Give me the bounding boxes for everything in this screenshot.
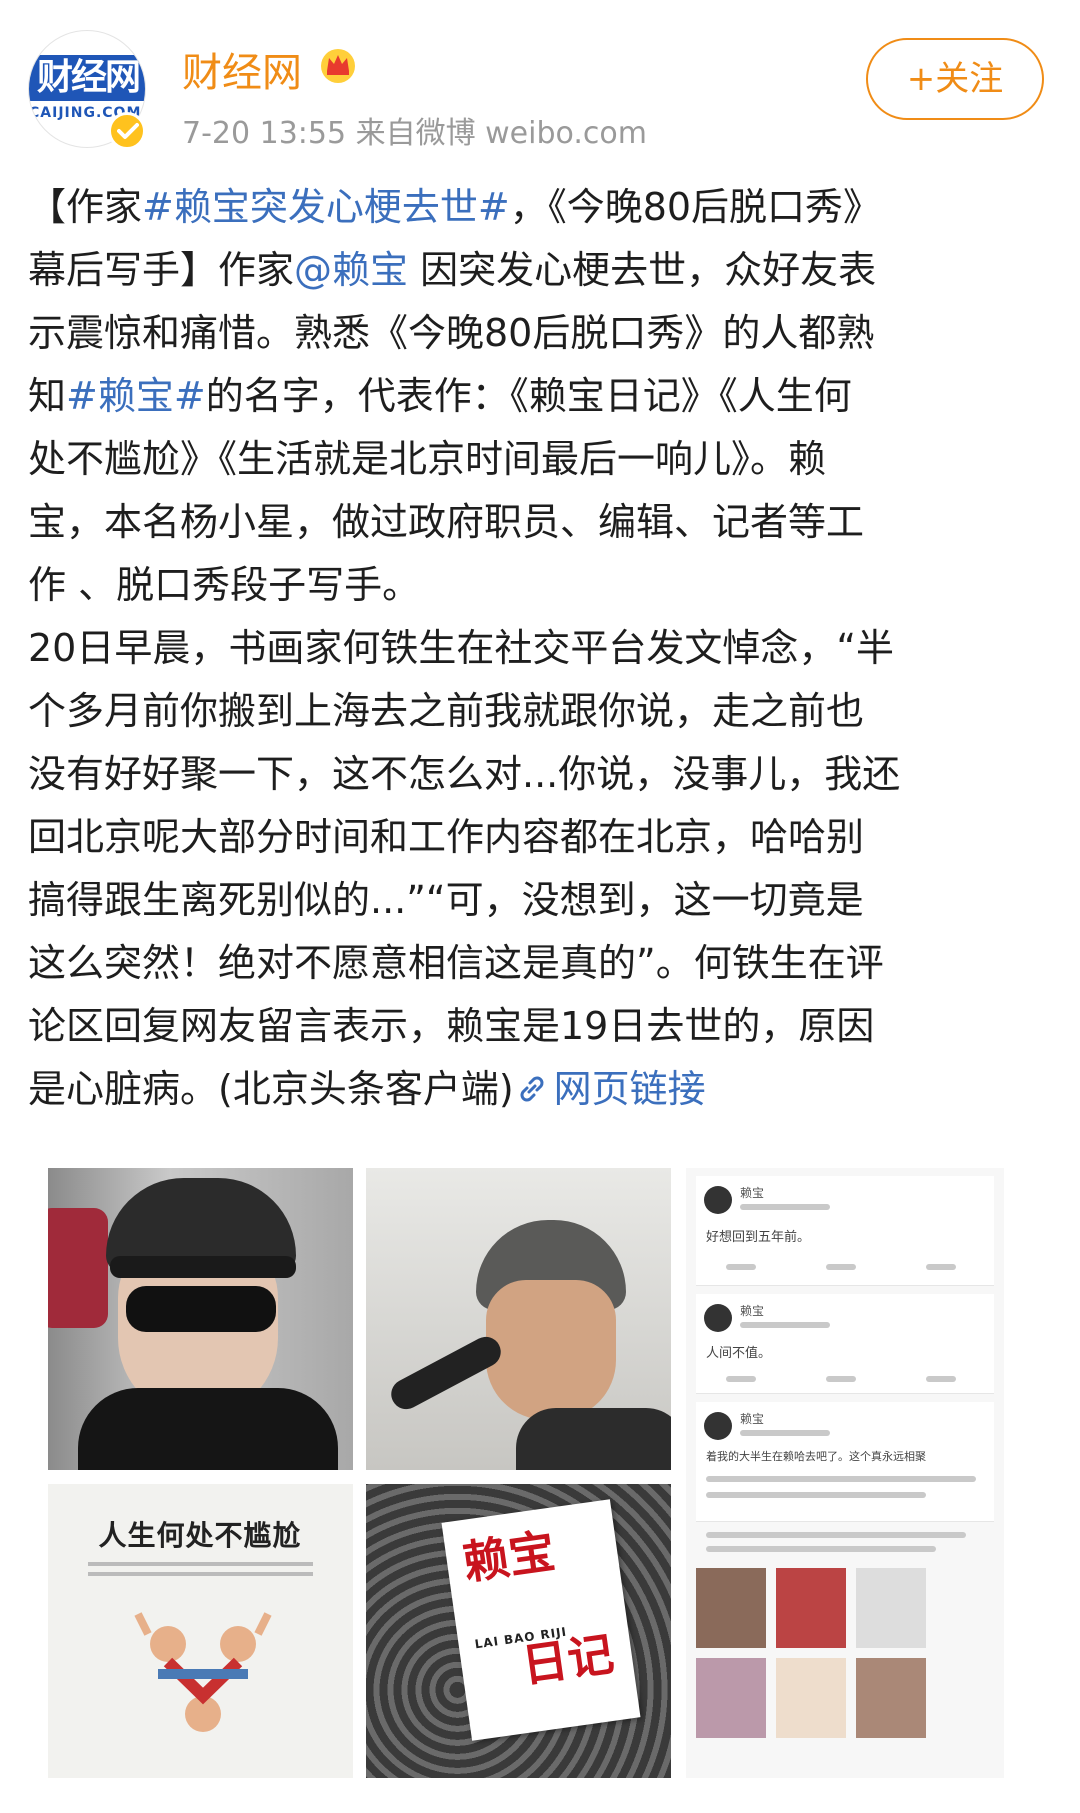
photo-book-cover-2[interactable]: 赖宝 LAI BAO RIJI 日记 xyxy=(366,1484,671,1778)
link-icon xyxy=(520,1076,544,1102)
text-line: 这么突然！绝对不愿意相信这是真的”。何铁生在评 xyxy=(28,941,884,985)
post-header: 财经网 CAIJING.COM.CN 财经网 7-20 13:55 来自微博 w… xyxy=(0,0,1080,160)
text-line: 没有好好聚一下，这不怎么对...你说，没事儿，我还 xyxy=(28,752,901,796)
mini-thumbnail xyxy=(696,1568,766,1648)
mini-thumbnail xyxy=(856,1658,926,1738)
text-line: 搞得跟生离死别似的...”“可，没想到，这一切竟是 xyxy=(28,878,864,922)
post-meta: 7-20 13:55 来自微博 weibo.com xyxy=(182,116,647,151)
screenshot-card: 赖宝 好想回到五年前。 xyxy=(696,1176,994,1286)
mini-avatar xyxy=(704,1186,732,1214)
verified-badge-icon xyxy=(108,112,146,150)
image-grid: 赖宝 好想回到五年前。 赖宝 人间不值。 赖宝 着我的大半生在赖哈去吧了。这个真… xyxy=(48,1168,1004,1778)
mini-meta-line xyxy=(740,1322,830,1328)
topic-link[interactable]: #赖宝# xyxy=(66,374,206,418)
text-line: 宝，本名杨小星，做过政府职员、编辑、记者等工 xyxy=(28,500,865,544)
mini-thumbnail xyxy=(776,1658,846,1738)
text-line: 幕后写手】作家@赖宝 因突发心梗去世，众好友表 xyxy=(28,239,1058,302)
book-title: 人生何处不尴尬 xyxy=(98,1519,302,1552)
mini-text-line xyxy=(706,1532,966,1538)
mini-username: 赖宝 xyxy=(740,1186,765,1200)
mini-action xyxy=(926,1264,956,1270)
text-line: 20日早晨，书画家何铁生在社交平台发文悼念，“半 xyxy=(28,626,895,670)
avatar-logo-text: 财经网 xyxy=(29,55,145,101)
cap-visor-shape xyxy=(110,1256,296,1278)
mini-action xyxy=(826,1376,856,1382)
book-subtitle-line xyxy=(88,1562,313,1566)
mini-action xyxy=(926,1376,956,1382)
text-line: 处不尴尬》《生活就是北京时间最后一响儿》。赖 xyxy=(28,437,827,481)
text-segment: ，《今晚80后脱口秀》 xyxy=(509,185,882,229)
mini-username: 赖宝 xyxy=(740,1412,765,1426)
mini-thumbnail xyxy=(776,1568,846,1648)
mini-action xyxy=(726,1264,756,1270)
mini-action xyxy=(826,1264,856,1270)
text-segment: 幕后写手】作家 xyxy=(28,248,295,292)
book-title-bottom: 日记 xyxy=(518,1626,618,1693)
book-illustration xyxy=(134,1612,272,1732)
book-subtitle-line xyxy=(88,1572,313,1576)
mention-link[interactable]: @赖宝 xyxy=(294,248,408,292)
web-link-label: 网页链接 xyxy=(553,1067,706,1111)
photo-screenshot[interactable]: 赖宝 好想回到五年前。 赖宝 人间不值。 赖宝 着我的大半生在赖哈去吧了。这个真… xyxy=(686,1168,1004,1778)
sunglasses-shape xyxy=(126,1286,276,1332)
notebook-cover: 赖宝 LAI BAO RIJI 日记 xyxy=(441,1499,641,1741)
text-segment: 知 xyxy=(28,374,67,418)
photo-selfie[interactable] xyxy=(48,1168,353,1470)
mini-text-line xyxy=(706,1476,976,1482)
screenshot-card: 赖宝 人间不值。 xyxy=(696,1294,994,1394)
mini-action xyxy=(726,1376,756,1382)
text-line: 个多月前你搬到上海去之前我就跟你说，走之前也 xyxy=(28,689,865,733)
follow-button[interactable]: +关注 xyxy=(866,38,1044,120)
text-line: 示震惊和痛惜。熟悉《今晚80后脱口秀》的人都熟 xyxy=(28,311,875,355)
mini-text: 人间不值。 xyxy=(706,1346,772,1361)
mini-text: 好想回到五年前。 xyxy=(706,1230,811,1245)
mini-thumbnails xyxy=(696,1548,986,1758)
topic-link[interactable]: #赖宝突发心梗去世# xyxy=(142,185,510,229)
mini-text: 着我的大半生在赖哈去吧了。这个真永远相聚 xyxy=(706,1450,926,1463)
mini-meta-line xyxy=(740,1204,830,1210)
mini-text-line xyxy=(706,1492,926,1498)
post-text: 【作家#赖宝突发心梗去世#，《今晚80后脱口秀》 幕后写手】作家@赖宝 因突发心… xyxy=(28,176,1058,1121)
mini-thumbnail xyxy=(856,1568,926,1648)
text-segment: 【作家 xyxy=(28,185,143,229)
photo-speaking[interactable] xyxy=(366,1168,671,1470)
car-shape xyxy=(48,1208,108,1328)
text-segment: 的名字，代表作：《赖宝日记》《人生何 xyxy=(205,374,852,418)
username[interactable]: 财经网 xyxy=(182,40,302,98)
text-segment: 是心脏病。(北京头条客户端) xyxy=(28,1067,514,1111)
text-line: 作 、脱口秀段子写手。 xyxy=(28,563,421,607)
screenshot-card: 赖宝 着我的大半生在赖哈去吧了。这个真永远相聚 xyxy=(696,1402,994,1522)
crown-icon xyxy=(321,49,355,83)
text-line: 是心脏病。(北京头条客户端) 网页链接 xyxy=(28,1058,1058,1121)
body-shape xyxy=(516,1408,671,1470)
face-shape xyxy=(486,1280,616,1420)
text-line: 回北京呢大部分时间和工作内容都在北京，哈哈别 xyxy=(28,815,865,859)
web-link[interactable]: 网页链接 xyxy=(514,1067,706,1111)
mini-meta-line xyxy=(740,1430,830,1436)
mini-avatar xyxy=(704,1412,732,1440)
text-segment: 因突发心梗去世，众好友表 xyxy=(408,248,877,292)
mini-avatar xyxy=(704,1304,732,1332)
shirt-shape xyxy=(78,1388,338,1470)
text-line: 知#赖宝#的名字，代表作：《赖宝日记》《人生何 xyxy=(28,365,1058,428)
text-line: 论区回复网友留言表示，赖宝是19日去世的，原因 xyxy=(28,1004,875,1048)
mini-thumbnail xyxy=(696,1658,766,1738)
book-title-top: 赖宝 xyxy=(459,1523,559,1590)
mini-username: 赖宝 xyxy=(740,1304,765,1318)
text-line: 【作家#赖宝突发心梗去世#，《今晚80后脱口秀》 xyxy=(28,176,1058,239)
photo-book-cover-1[interactable]: 人生何处不尴尬 xyxy=(48,1484,353,1778)
